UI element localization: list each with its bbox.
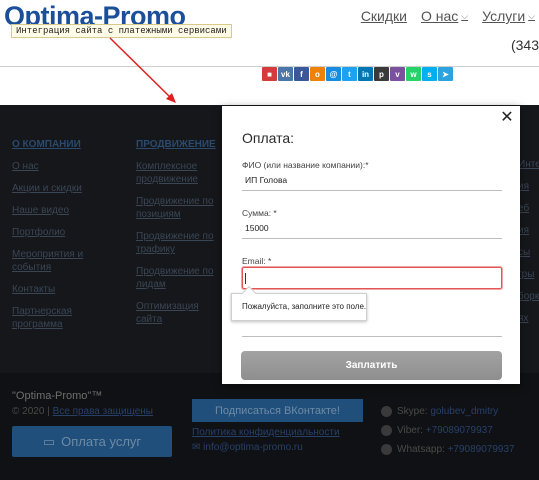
vk-icon[interactable]: vk	[278, 67, 293, 81]
skype-icon	[381, 405, 392, 417]
contact-skype[interactable]: Skype: golubev_dmitry	[381, 402, 515, 421]
viber-icon	[381, 424, 392, 436]
footer-link[interactable]: Акции и скидки	[12, 182, 112, 195]
main-nav: Скидки О нас ⌵ Услуги ⌵	[361, 8, 535, 24]
contact-whatsapp[interactable]: Whatsapp: +79089079937	[381, 440, 515, 459]
text-caret	[245, 273, 246, 284]
facebook-icon[interactable]: f	[294, 67, 309, 81]
footer-link[interactable]: Партнерская программа	[12, 305, 112, 331]
footer-link[interactable]: ия	[518, 224, 539, 237]
skype-icon[interactable]: s	[422, 67, 437, 81]
chevron-down-icon: ⌵	[461, 10, 469, 21]
nav-item-discounts[interactable]: Скидки	[361, 8, 407, 24]
card-icon: ▭	[42, 433, 56, 449]
nav-label: Услуги	[482, 8, 526, 24]
modal-title: Оплата:	[242, 130, 295, 146]
footer-link[interactable]: сы	[518, 246, 539, 259]
footer-link[interactable]: Мероприятия и события	[12, 248, 112, 274]
pay-services-button[interactable]: ▭ Оплата услуг	[12, 426, 172, 457]
phone-number[interactable]: (343	[511, 37, 539, 53]
footer-email[interactable]: ✉ info@optima-promo.ru	[192, 442, 303, 453]
telegram-icon[interactable]: ➤	[438, 67, 453, 81]
contact-label: Whatsapp:	[397, 444, 445, 455]
mail-icon[interactable]: @	[326, 67, 341, 81]
whatsapp-icon[interactable]: w	[406, 67, 421, 81]
footer-brand: "Optima-Promo"™	[12, 390, 103, 402]
footer-link[interactable]: Наше видео	[12, 204, 112, 217]
name-field[interactable]: ИП Голова	[242, 169, 502, 191]
footer-link[interactable]: еб	[518, 202, 539, 215]
email-field[interactable]	[242, 267, 502, 289]
odnoklassniki-icon[interactable]: o	[310, 67, 325, 81]
footer-link[interactable]: О нас	[12, 160, 112, 173]
footer-link[interactable]: ия	[518, 180, 539, 193]
pinterest-icon[interactable]: p	[374, 67, 389, 81]
site-header: Optima-Promo Интеграция сайта с платежны…	[0, 0, 539, 105]
footer-heading[interactable]: О КОМПАНИИ	[12, 138, 112, 151]
contact-viber[interactable]: Viber: +79089079937	[381, 421, 515, 440]
close-icon[interactable]: ✕	[500, 110, 514, 126]
whatsapp-icon	[381, 443, 392, 455]
share-icons: ■ vk f o @ t in p v w s ➤	[262, 67, 453, 81]
mail-icon: ✉	[192, 442, 204, 453]
contact-value: +79089079937	[425, 425, 493, 436]
contact-label: Skype:	[397, 406, 428, 417]
nav-item-services[interactable]: Услуги ⌵	[482, 8, 535, 24]
footer-link[interactable]: Оптимизация сайта	[136, 300, 226, 326]
chevron-down-icon: ⌵	[528, 10, 535, 21]
footer-link[interactable]: Портфолио	[12, 226, 112, 239]
footer-link[interactable]: гры	[518, 268, 539, 281]
pay-button[interactable]: Заплатить	[241, 351, 502, 380]
nav-item-about[interactable]: О нас ⌵	[421, 8, 468, 24]
contact-value: +79089079937	[447, 444, 515, 455]
vk-subscribe-button[interactable]: Подписаться ВКонтакте!	[192, 399, 363, 422]
viber-icon[interactable]: v	[390, 67, 405, 81]
footer-column-promotion: ПРОДВИЖЕНИЕ Комплексное продвижение Прод…	[136, 138, 226, 335]
contact-value: golubev_dmitry	[430, 406, 499, 417]
linkedin-icon[interactable]: in	[358, 67, 373, 81]
footer-contacts: Skype: golubev_dmitry Viber: +7908907993…	[381, 402, 515, 459]
privacy-link[interactable]: Политика конфиденциальности	[192, 427, 340, 438]
bookmark-icon[interactable]: ■	[262, 67, 277, 81]
copyright: © 2020 | Все права защищены	[12, 406, 153, 417]
field-divider	[242, 336, 502, 337]
nav-label: О нас	[420, 8, 459, 24]
footer-heading[interactable]: ПРОДВИЖЕНИЕ	[136, 138, 226, 151]
annotation-label: Интеграция сайта с платежными сервисами	[11, 24, 232, 38]
payment-modal: ✕ Оплата: ФИО (или название компании):* …	[222, 106, 520, 384]
footer-column-partial: Интег ия еб ия сы гры борки ях	[518, 158, 539, 334]
footer-link[interactable]: Продвижение по позициям	[136, 195, 226, 221]
footer-link[interactable]: Контакты	[12, 283, 112, 296]
footer-link[interactable]: борки	[518, 290, 539, 303]
footer-link[interactable]: Интег	[518, 158, 539, 171]
sum-field[interactable]: 15000	[242, 217, 502, 239]
contact-label: Viber:	[397, 425, 423, 436]
footer-column-company: О КОМПАНИИ О нас Акции и скидки Наше вид…	[12, 138, 112, 340]
footer-link[interactable]: Продвижение по лидам	[136, 265, 226, 291]
twitter-icon[interactable]: t	[342, 67, 357, 81]
copyright-link[interactable]: Все права защищены	[53, 406, 153, 417]
footer-link[interactable]: Продвижение по трафику	[136, 230, 226, 256]
nav-label: Скидки	[360, 8, 407, 24]
footer-email-text: info@optima-promo.ru	[203, 442, 303, 453]
footer-link[interactable]: Комплексное продвижение	[136, 160, 226, 186]
email-label: Email: *	[242, 256, 272, 266]
validation-tooltip: Пожалуйста, заполните это поле.	[231, 293, 367, 321]
pay-services-label: Оплата услуг	[61, 434, 142, 449]
footer-link[interactable]: ях	[518, 312, 539, 325]
copyright-year: © 2020 |	[12, 406, 50, 417]
